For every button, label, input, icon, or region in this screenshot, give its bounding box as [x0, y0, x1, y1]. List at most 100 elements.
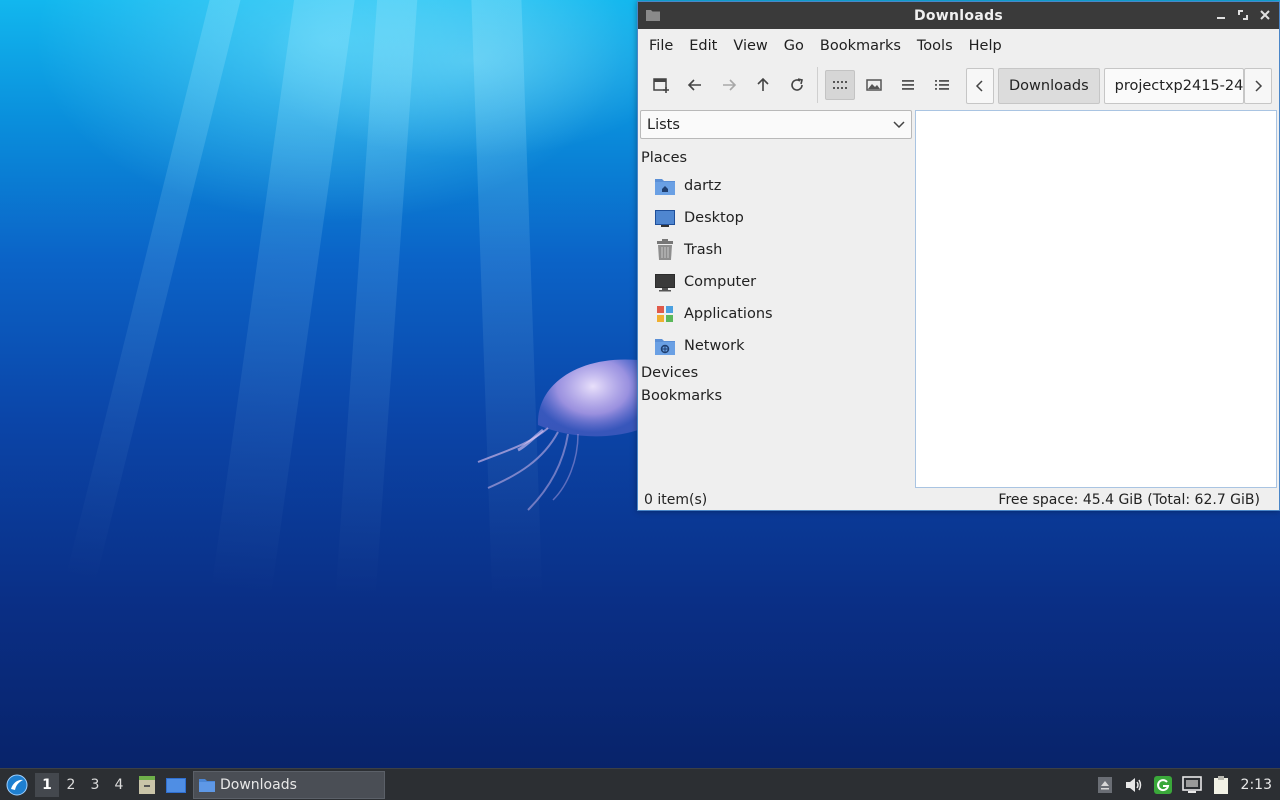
close-icon	[1260, 10, 1270, 20]
folder-icon	[199, 778, 215, 792]
taskbar-window-label: Downloads	[220, 776, 297, 793]
path-scroll-right-button[interactable]	[1243, 68, 1272, 104]
chevron-right-icon	[1255, 80, 1262, 92]
place-item-home[interactable]: dartz	[654, 173, 721, 199]
menu-bar: File Edit View Go Bookmarks Tools Help	[638, 29, 1279, 63]
menu-go[interactable]: Go	[776, 38, 812, 54]
volume-button[interactable]	[1122, 773, 1146, 797]
back-button[interactable]	[680, 70, 710, 100]
start-menu-button[interactable]	[3, 771, 31, 799]
bookmarks-section-header[interactable]: Bookmarks	[641, 388, 722, 404]
path-segment-current[interactable]: Downloads	[998, 68, 1100, 104]
workspace-2-button[interactable]: 2	[59, 773, 83, 797]
menu-edit[interactable]: Edit	[681, 38, 725, 54]
place-item-trash[interactable]: Trash	[654, 237, 722, 263]
computer-icon	[655, 274, 675, 292]
file-manager-window[interactable]: Downloads File Edit View Go Bookmarks To…	[637, 1, 1280, 511]
jellyfish-image	[477, 359, 638, 511]
eject-icon	[1097, 777, 1112, 793]
menu-bookmarks[interactable]: Bookmarks	[812, 38, 909, 54]
thumbnail-view-button[interactable]	[859, 70, 889, 100]
icon-view-button[interactable]	[825, 70, 855, 100]
file-cabinet-icon	[139, 775, 155, 794]
update-icon	[1153, 776, 1172, 794]
compact-view-button[interactable]	[893, 70, 923, 100]
place-item-label: Trash	[684, 242, 723, 258]
system-tray: 2:13	[1088, 769, 1280, 800]
clipboard-icon	[1213, 776, 1228, 794]
grid-view-icon	[833, 81, 847, 89]
menu-file[interactable]: File	[641, 38, 681, 54]
desktop-icon	[166, 777, 186, 793]
compact-list-icon	[902, 80, 914, 90]
place-item-label: Applications	[684, 306, 773, 322]
menu-view[interactable]: View	[725, 38, 775, 54]
menu-tools[interactable]: Tools	[909, 38, 961, 54]
place-item-label: dartz	[684, 178, 722, 194]
image-icon	[866, 79, 882, 91]
update-notifier-button[interactable]	[1151, 773, 1175, 797]
network-folder-icon	[655, 339, 675, 355]
minimize-icon	[1217, 17, 1225, 19]
forward-button[interactable]	[714, 70, 744, 100]
free-space-info: Free space: 45.4 GiB (Total: 62.7 GiB)	[998, 492, 1260, 508]
item-count: 0 item(s)	[644, 492, 708, 508]
reload-button[interactable]	[782, 70, 812, 100]
menu-help[interactable]: Help	[961, 38, 1010, 54]
maximize-icon	[1238, 10, 1248, 20]
trash-icon	[657, 239, 673, 260]
devices-section-header[interactable]: Devices	[641, 365, 698, 381]
show-desktop-button[interactable]	[163, 772, 189, 798]
place-item-applications[interactable]: Applications	[654, 301, 773, 327]
minimize-button[interactable]	[1213, 7, 1229, 23]
chevron-left-icon	[975, 80, 983, 92]
path-segment-next[interactable]: projectxp2415-2415	[1103, 68, 1244, 104]
volume-icon	[1125, 778, 1141, 792]
new-tab-icon	[653, 78, 669, 93]
close-button[interactable]	[1257, 7, 1273, 23]
path-scroll-left-button[interactable]	[966, 68, 994, 104]
home-folder-icon	[655, 179, 675, 195]
arrow-right-icon	[723, 79, 737, 91]
arrow-left-icon	[687, 79, 701, 91]
arrow-up-icon	[757, 77, 769, 91]
place-item-label: Desktop	[684, 210, 744, 226]
wired-network-icon	[1181, 776, 1202, 793]
applications-icon	[657, 306, 673, 322]
workspace-1-button[interactable]: 1	[35, 772, 59, 797]
place-item-label: Computer	[684, 274, 757, 290]
window-titlebar[interactable]: Downloads	[638, 2, 1279, 29]
side-pane-mode-select[interactable]: Lists	[640, 110, 912, 139]
file-manager-launcher[interactable]	[134, 772, 160, 798]
eject-button[interactable]	[1093, 773, 1117, 797]
detailed-list-icon	[935, 80, 949, 90]
chevron-down-icon	[893, 121, 905, 129]
file-view-area[interactable]	[915, 110, 1277, 488]
path-bar: Downloads projectxp2415-2415	[966, 68, 1272, 104]
place-item-label: Network	[684, 338, 745, 354]
place-item-network[interactable]: Network	[654, 333, 745, 359]
maximize-button[interactable]	[1235, 7, 1251, 23]
desktop-icon	[655, 210, 675, 227]
toolbar: Downloads projectxp2415-2415	[638, 63, 1279, 107]
lubuntu-logo-icon	[6, 774, 28, 795]
taskbar-clock[interactable]: 2:13	[1241, 777, 1272, 793]
window-title: Downloads	[913, 7, 1004, 24]
places-section-header[interactable]: Places	[641, 150, 687, 166]
status-bar: 0 item(s) Free space: 45.4 GiB (Total: 6…	[638, 489, 1279, 511]
side-pane: Places dartz Desktop Trash Computer Appl…	[638, 142, 914, 487]
detailed-list-view-button[interactable]	[927, 70, 957, 100]
toolbar-separator	[817, 67, 818, 103]
network-button[interactable]	[1180, 773, 1204, 797]
workspace-4-button[interactable]: 4	[107, 773, 131, 797]
clipboard-button[interactable]	[1209, 773, 1233, 797]
folder-icon	[646, 10, 660, 21]
taskbar-window-downloads[interactable]: Downloads	[193, 770, 385, 799]
place-item-computer[interactable]: Computer	[654, 269, 756, 295]
taskbar: 1 2 3 4 Downloads 2:13	[0, 768, 1280, 800]
new-tab-button[interactable]	[646, 70, 676, 100]
side-pane-mode-value: Lists	[647, 116, 680, 133]
workspace-3-button[interactable]: 3	[83, 773, 107, 797]
place-item-desktop[interactable]: Desktop	[654, 205, 744, 231]
up-button[interactable]	[748, 70, 778, 100]
